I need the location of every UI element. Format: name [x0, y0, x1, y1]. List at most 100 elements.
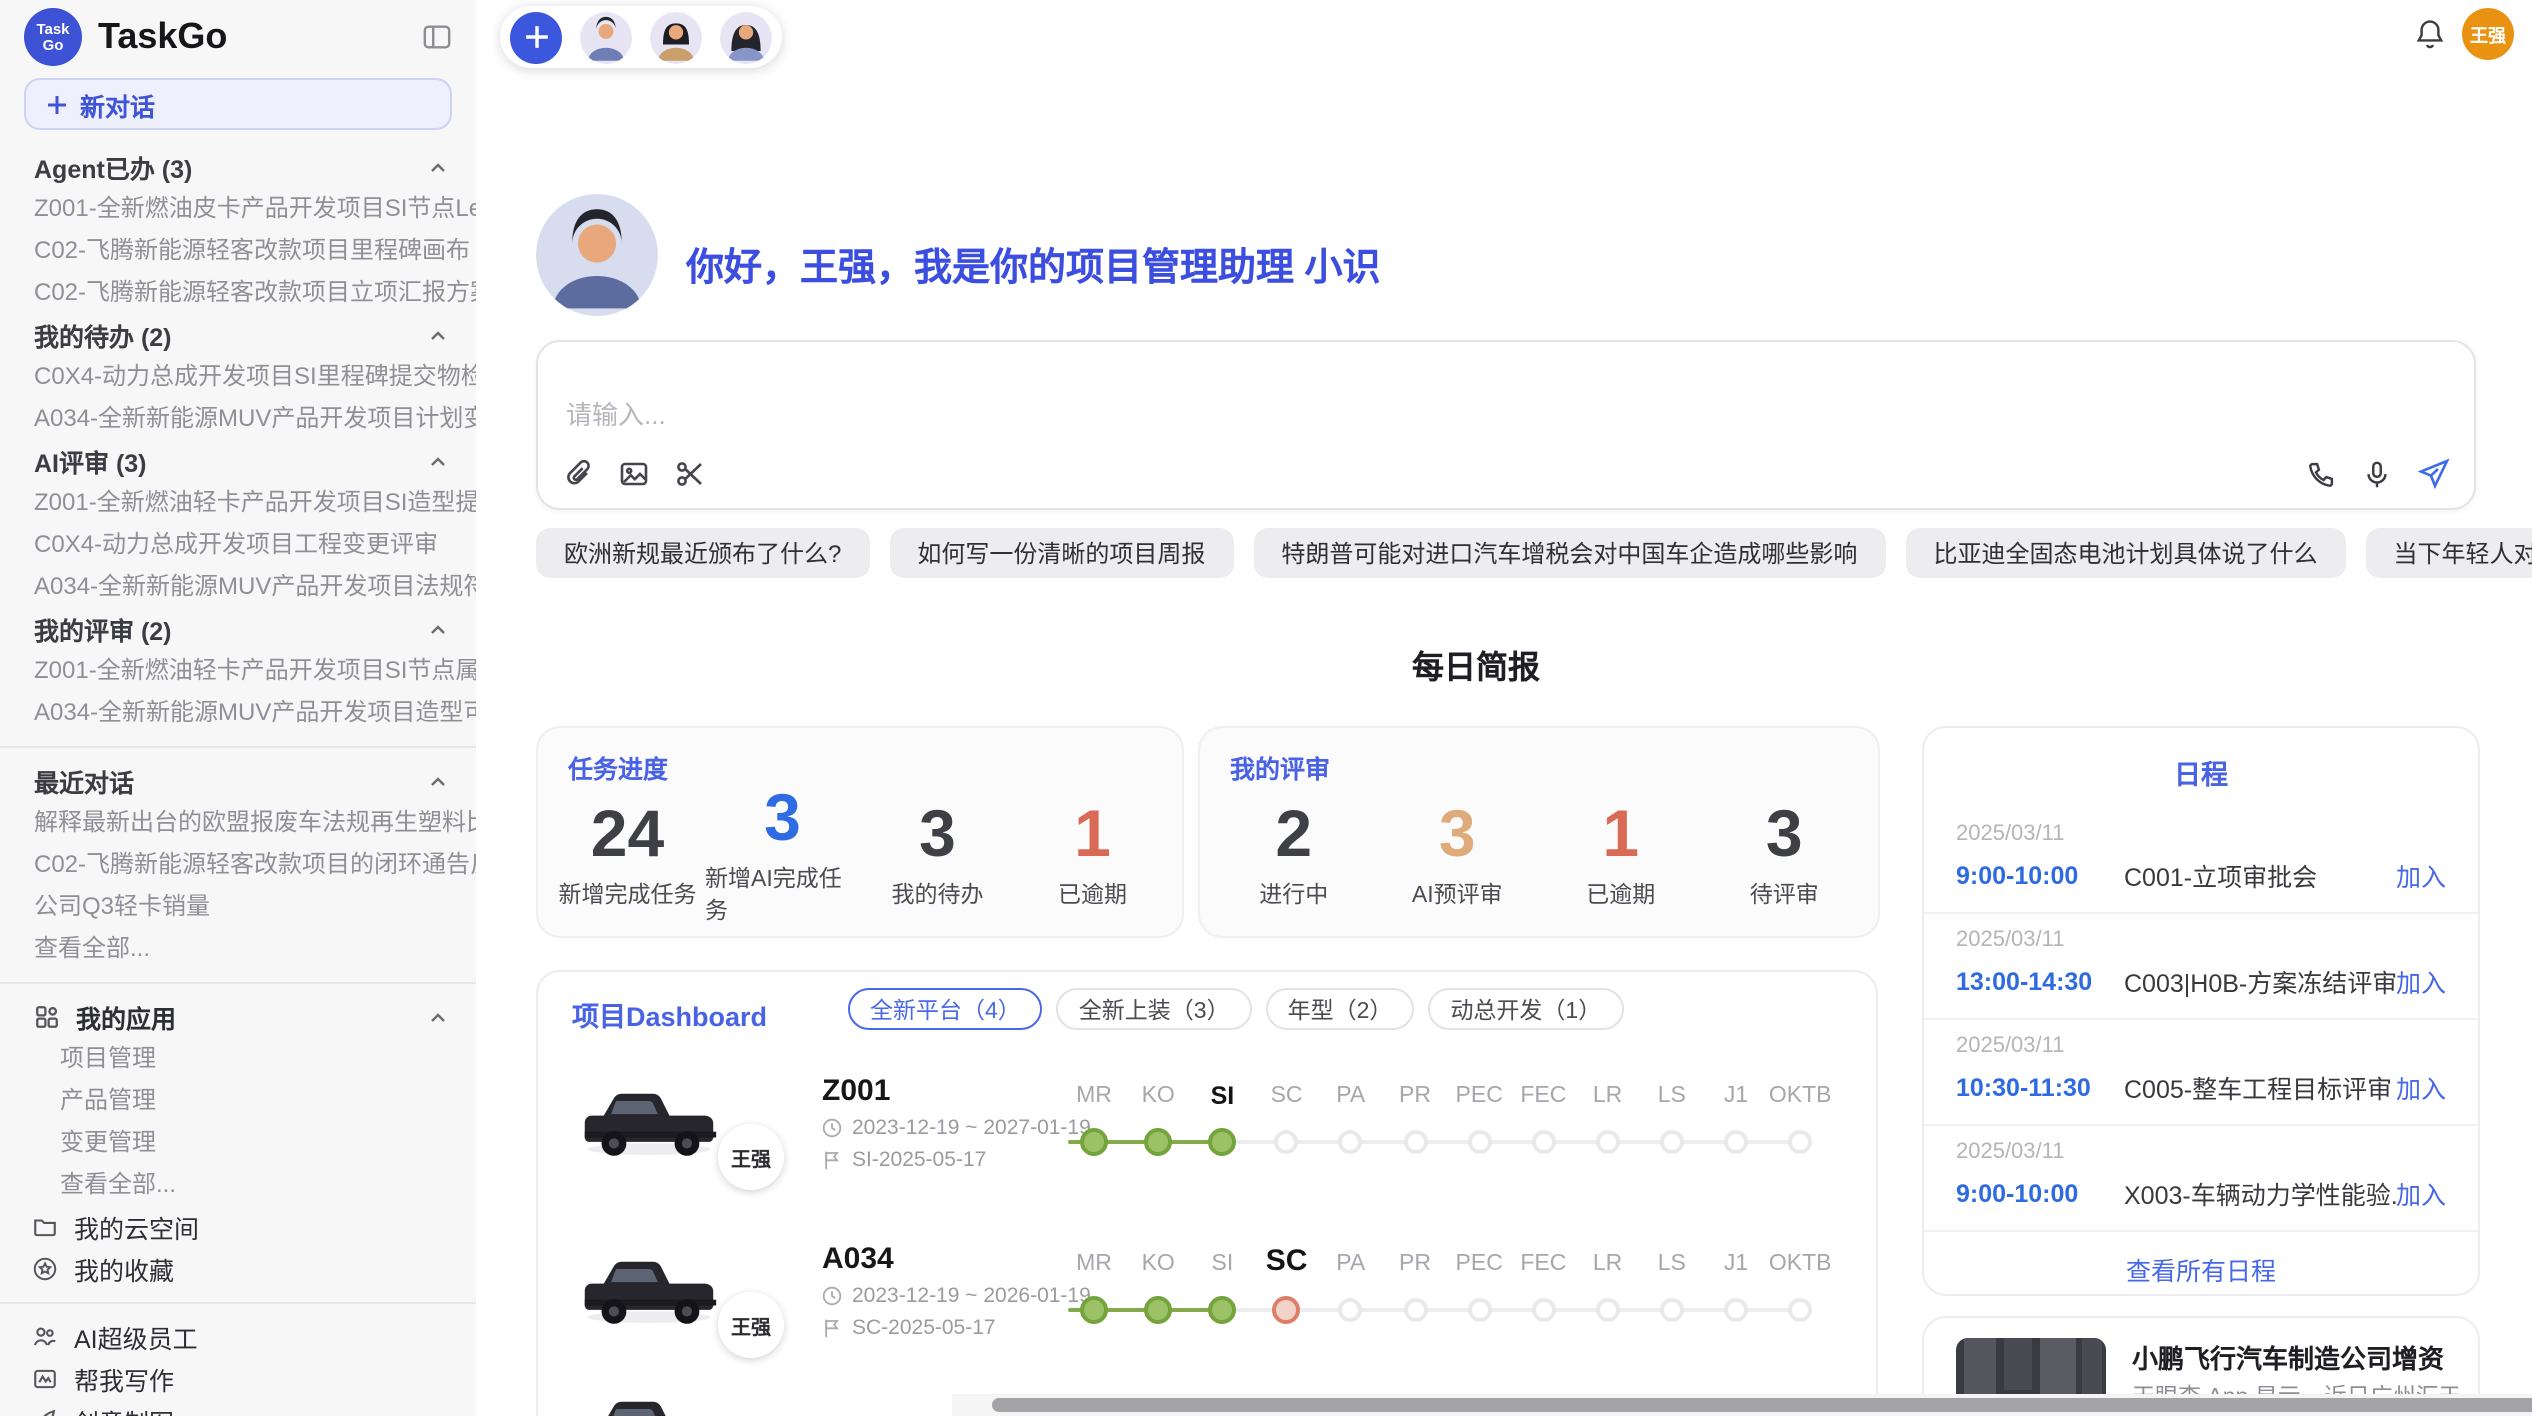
- car-image: [576, 1242, 722, 1334]
- horizontal-scrollbar-thumb[interactable]: [992, 1398, 2532, 1412]
- sidebar-item[interactable]: A034-全新新能源MUV产品开发项目法规符合性评审: [0, 566, 476, 608]
- sidebar-apps-header[interactable]: 我的应用: [0, 996, 476, 1038]
- project-row[interactable]: 王强Z0012023-12-19 ~ 2027-01-19SI-2025-05-…: [538, 1058, 1876, 1226]
- suggestion-chip[interactable]: 比亚迪全固态电池计划具体说了什么: [1905, 528, 2345, 578]
- sidebar-app-item[interactable]: 项目管理: [0, 1038, 476, 1080]
- sidebar-item[interactable]: C0X4-动力总成开发项目工程变更评审: [0, 524, 476, 566]
- new-chat-button[interactable]: 新对话: [24, 78, 452, 130]
- add-session-button[interactable]: [510, 11, 562, 63]
- sidebar-tool-label: 创意制图: [74, 1402, 174, 1416]
- owner-avatar: 王强: [718, 1292, 784, 1358]
- user-avatar[interactable]: 王强: [2462, 8, 2514, 60]
- schedule-event[interactable]: 2025/03/119:00-10:00C001-立项审批会加入: [1924, 808, 2478, 912]
- sidebar-section-header[interactable]: Agent已办 (3): [0, 146, 476, 188]
- agent-avatar-2[interactable]: [650, 11, 702, 63]
- sidebar-item[interactable]: 查看全部...: [0, 928, 476, 970]
- sidebar-link-folder[interactable]: 我的云空间: [0, 1206, 476, 1248]
- stat-value: 1: [1074, 799, 1111, 865]
- project-code: Z001: [822, 1074, 890, 1108]
- daily-briefing-title: 每日简报: [476, 640, 2476, 688]
- milestone-dot: [1788, 1298, 1812, 1322]
- sidebar-section-header[interactable]: 我的待办 (2): [0, 314, 476, 356]
- milestone-dot: [1531, 1130, 1555, 1154]
- sidebar-tool-pen[interactable]: 创意制图: [0, 1400, 476, 1416]
- agent-avatar-3[interactable]: [720, 11, 772, 63]
- car-image: [576, 1074, 722, 1166]
- schedule-name: C003|H0B-方案冻结评审: [2124, 962, 2396, 1000]
- stat-label: 已逾期: [1586, 877, 1655, 909]
- apps-grid-icon: [34, 1004, 60, 1030]
- filter-chip[interactable]: 年型（2）: [1266, 988, 1415, 1030]
- send-icon[interactable]: [2418, 458, 2450, 490]
- milestone-dot: [1660, 1298, 1684, 1322]
- scissors-icon[interactable]: [674, 458, 706, 490]
- filter-chip[interactable]: 动总开发（1）: [1428, 988, 1623, 1030]
- schedule-name: C005-整车工程目标评审: [2124, 1068, 2396, 1106]
- greeting-text: 你好，王强，我是你的项目管理助理 小识: [686, 238, 1381, 292]
- suggestion-chip[interactable]: 当下年轻人对汽车外观有怎样的喜好趋势: [2365, 528, 2532, 578]
- schedule-event[interactable]: 2025/03/1110:30-11:30C005-整车工程目标评审加入: [1924, 1018, 2478, 1124]
- sidebar-item[interactable]: A034-全新新能源MUV产品开发项目造型可行性评审: [0, 692, 476, 734]
- milestone-track: MRKOSISCPAPRPECFECLRLSJ1OKTB: [1068, 1058, 1848, 1226]
- sidebar-section-title: 最近对话: [34, 762, 134, 800]
- stat-column: 3新增AI完成任务: [705, 788, 860, 920]
- stat-label: AI预评审: [1412, 877, 1503, 909]
- sidebar-item[interactable]: Z001-全新燃油皮卡产品开发项目SI节点Lesson Learn报告: [0, 188, 476, 230]
- filter-chip[interactable]: 全新平台（4）: [848, 988, 1043, 1030]
- suggestion-chip[interactable]: 如何写一份清晰的项目周报: [889, 528, 1233, 578]
- sidebar-section-header[interactable]: AI评审 (3): [0, 440, 476, 482]
- join-link[interactable]: 加入: [2396, 1068, 2446, 1106]
- sidebar-item[interactable]: C02-飞腾新能源轻客改款项目里程碑画布: [0, 230, 476, 272]
- sidebar-tool-write[interactable]: 帮我写作: [0, 1358, 476, 1400]
- schedule-event[interactable]: 2025/03/1113:00-14:30C003|H0B-方案冻结评审加入: [1924, 912, 2478, 1018]
- chat-input[interactable]: [562, 390, 2450, 450]
- stat-value: 2: [1275, 799, 1312, 865]
- sidebar-item[interactable]: C0X4-动力总成开发项目SI里程碑提交物检查: [0, 356, 476, 398]
- join-link[interactable]: 加入: [2396, 1174, 2446, 1212]
- schedule-event[interactable]: 2025/03/119:00-10:00X003-车辆动力学性能验...加入: [1924, 1124, 2478, 1230]
- briefing-card-title: 任务进度: [568, 748, 668, 786]
- agent-avatar-1[interactable]: [580, 11, 632, 63]
- image-icon[interactable]: [618, 458, 650, 490]
- app-title: TaskGo: [98, 16, 406, 58]
- collapse-sidebar-icon[interactable]: [422, 22, 452, 52]
- filter-chip[interactable]: 全新上装（3）: [1057, 988, 1252, 1030]
- assistant-avatar: [536, 194, 658, 316]
- sidebar-link-star[interactable]: 我的收藏: [0, 1248, 476, 1290]
- view-all-schedule-link[interactable]: 查看所有日程: [1924, 1230, 2478, 1296]
- sidebar-divider: [0, 746, 476, 748]
- stat-column: 3我的待办: [860, 788, 1015, 920]
- sidebar-item[interactable]: C02-飞腾新能源轻客改款项目的闭环通告反馈情况: [0, 844, 476, 886]
- milestone-dot: [1788, 1130, 1812, 1154]
- sidebar-item[interactable]: 解释最新出台的欧盟报废车法规再生塑料比例被调至15%...: [0, 802, 476, 844]
- dashboard-title: 项目Dashboard: [572, 994, 767, 1034]
- notifications-bell-icon[interactable]: [2414, 18, 2446, 50]
- owner-avatar: 王强: [718, 1124, 784, 1190]
- suggestion-chip[interactable]: 特朗普可能对进口汽车增税会对中国车企造成哪些影响: [1253, 528, 1885, 578]
- sidebar-item[interactable]: Z001-全新燃油轻卡产品开发项目SI节点属性5D文件评审: [0, 650, 476, 692]
- sidebar-item[interactable]: Z001-全新燃油轻卡产品开发项目SI造型提交物评审: [0, 482, 476, 524]
- sidebar-item[interactable]: C02-飞腾新能源轻客改款项目立项汇报方案: [0, 272, 476, 314]
- milestone-dot: [1208, 1296, 1236, 1324]
- dashboard-filters: 全新平台（4） 全新上装（3） 年型（2） 动总开发（1）: [848, 988, 1623, 1030]
- join-link[interactable]: 加入: [2396, 962, 2446, 1000]
- join-link[interactable]: 加入: [2396, 856, 2446, 894]
- milestone-dot: [1531, 1298, 1555, 1322]
- flag-icon: [822, 1150, 842, 1170]
- app-window: Task Go TaskGo 新对话 Agent已办 (3)Z001-全新燃油皮…: [0, 0, 2532, 1416]
- sidebar-section-header[interactable]: 最近对话: [0, 760, 476, 802]
- sidebar-item[interactable]: 公司Q3轻卡销量: [0, 886, 476, 928]
- stat-column: 1已逾期: [1539, 788, 1703, 920]
- paperclip-icon[interactable]: [562, 458, 594, 490]
- sidebar-app-item[interactable]: 产品管理: [0, 1080, 476, 1122]
- sidebar-app-item[interactable]: 查看全部...: [0, 1164, 476, 1206]
- sidebar-tool-people[interactable]: AI超级员工: [0, 1316, 476, 1358]
- phone-icon[interactable]: [2306, 459, 2336, 489]
- sidebar-divider: [0, 1302, 476, 1304]
- plus-icon: [46, 93, 68, 115]
- microphone-icon[interactable]: [2362, 459, 2392, 489]
- sidebar-app-item[interactable]: 变更管理: [0, 1122, 476, 1164]
- suggestion-chip[interactable]: 欧洲新规最近颁布了什么?: [536, 528, 869, 578]
- sidebar-section-header[interactable]: 我的评审 (2): [0, 608, 476, 650]
- sidebar-item[interactable]: A034-全新新能源MUV产品开发项目计划变更表编写: [0, 398, 476, 440]
